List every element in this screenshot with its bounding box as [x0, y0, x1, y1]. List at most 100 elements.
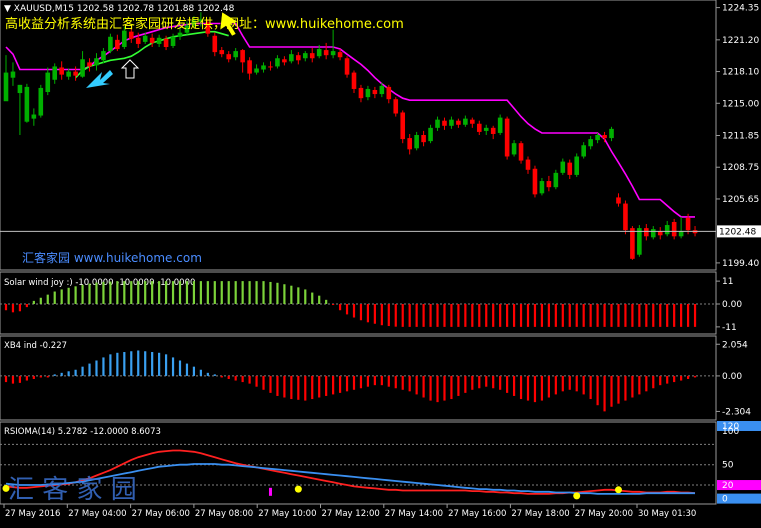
candle-body: [156, 37, 162, 44]
candle-body: [581, 145, 586, 157]
candle-body: [574, 156, 580, 175]
candle-body: [588, 139, 593, 147]
candle-body: [170, 36, 176, 46]
price-tick-label: 1218.10: [722, 68, 759, 78]
candle-body: [323, 50, 329, 56]
banner-text: 高收益分析系统由汇客家园研发提供，网址：www.huikehome.com: [5, 16, 404, 32]
candle-body: [623, 203, 628, 231]
rsioma-title: RSIOMA(14) 5.2782 -12.0000 8.6073: [4, 427, 161, 437]
price-tick-label: 1211.85: [722, 132, 759, 142]
candle-body: [261, 65, 266, 70]
candle-body: [637, 228, 642, 255]
candle-body: [511, 143, 517, 155]
candle-body: [400, 112, 406, 140]
candle-body: [393, 99, 399, 114]
chart-canvas[interactable]: 1224.35 1221.20 1218.10 1215.00 1211.85 1208.…: [0, 0, 761, 524]
candle-body: [59, 67, 64, 75]
candle-body: [73, 71, 78, 76]
axis-tick-label: 0.00: [722, 300, 742, 310]
candle-body: [644, 228, 649, 237]
candle-body: [240, 50, 245, 63]
candle-body: [316, 49, 322, 57]
candle-body: [456, 120, 461, 125]
candle-body: [275, 58, 280, 67]
axis-tick-label: 20: [722, 481, 734, 491]
candle-body: [344, 58, 350, 75]
candle-body: [163, 38, 169, 47]
candle-body: [497, 117, 503, 133]
time-tick-label: 27 May 08:00: [195, 509, 253, 519]
price-tick-label: 1205.65: [722, 195, 759, 205]
candle-body: [94, 58, 99, 66]
xb4-title: XB4 ind -0.227: [4, 341, 67, 351]
axis-tick-label: 50: [722, 461, 734, 471]
candle-body: [24, 86, 30, 122]
candle-body: [219, 50, 225, 55]
time-tick-label: 27 May 04:00: [68, 509, 126, 519]
candle-body: [483, 127, 489, 131]
candle-body: [149, 37, 155, 43]
candle-body: [226, 54, 232, 60]
candle-body: [449, 119, 454, 126]
axis-tick-label: 0: [722, 495, 728, 505]
axis-tick-label: 11: [722, 277, 733, 287]
candle-body: [616, 197, 621, 204]
candle-body: [108, 36, 113, 52]
time-tick-label: 27 May 10:00: [258, 509, 316, 519]
rsioma-marker: [294, 485, 302, 493]
candle-body: [296, 55, 301, 61]
candle-body: [490, 127, 496, 134]
candle-body: [671, 221, 677, 237]
candle-body: [435, 119, 440, 128]
candle-body: [351, 72, 357, 89]
axis-tick-label: -2.304: [722, 407, 751, 417]
time-tick-label: 27 May 18:00: [511, 509, 569, 519]
price-tick-label: 1199.40: [722, 259, 759, 269]
candle-body: [289, 54, 294, 62]
candle-body: [602, 135, 607, 139]
candle-body: [442, 120, 447, 126]
candle-body: [177, 32, 183, 37]
candle-body: [115, 39, 120, 50]
symbol-info: ▼ XAUUSD,M15 1202.58 1202.78 1201.88 120…: [4, 4, 235, 14]
candle-body: [358, 87, 364, 99]
candle-body: [664, 225, 670, 235]
time-tick-label: 27 May 06:00: [132, 509, 190, 519]
candle-body: [247, 60, 252, 74]
axis-tick-label: 100: [722, 427, 739, 437]
price-tick-label: 1224.35: [722, 4, 759, 14]
axis-tick-label: -11: [722, 323, 737, 333]
candle-body: [553, 172, 559, 188]
candle-body: [650, 229, 656, 238]
candle-body: [10, 71, 16, 78]
candle-body: [525, 159, 531, 170]
time-tick-label: 30 May 01:30: [638, 509, 696, 519]
time-tick-label: 27 May 2016: [5, 509, 60, 519]
candle-body: [330, 51, 336, 56]
axis-tick-label: 0.00: [722, 372, 742, 382]
candle-body: [421, 135, 426, 143]
candle-body: [532, 168, 538, 195]
candle-body: [17, 84, 23, 94]
price-tick-label: 1215.00: [722, 99, 759, 109]
candle-body: [470, 119, 475, 124]
time-tick-label: 27 May 16:00: [448, 509, 506, 519]
candle-body: [101, 51, 106, 61]
candle-body: [31, 114, 37, 119]
axis-tick-label: 2.054: [722, 340, 748, 350]
candle-body: [233, 51, 238, 58]
candle-body: [87, 62, 92, 67]
candle-body: [365, 88, 371, 98]
candle-body: [372, 89, 378, 95]
bottom-watermark: 汇 客 家 园: [8, 475, 137, 505]
candle-body: [678, 231, 684, 237]
candle-body: [630, 228, 635, 259]
candle-body: [685, 217, 691, 231]
time-tick-label: 27 May 20:00: [575, 509, 633, 519]
candle-body: [45, 72, 51, 93]
candle-body: [407, 138, 412, 150]
rsioma-marker: [573, 492, 581, 500]
candle-body: [379, 85, 385, 95]
candle-body: [595, 135, 600, 141]
candle-body: [539, 181, 545, 194]
